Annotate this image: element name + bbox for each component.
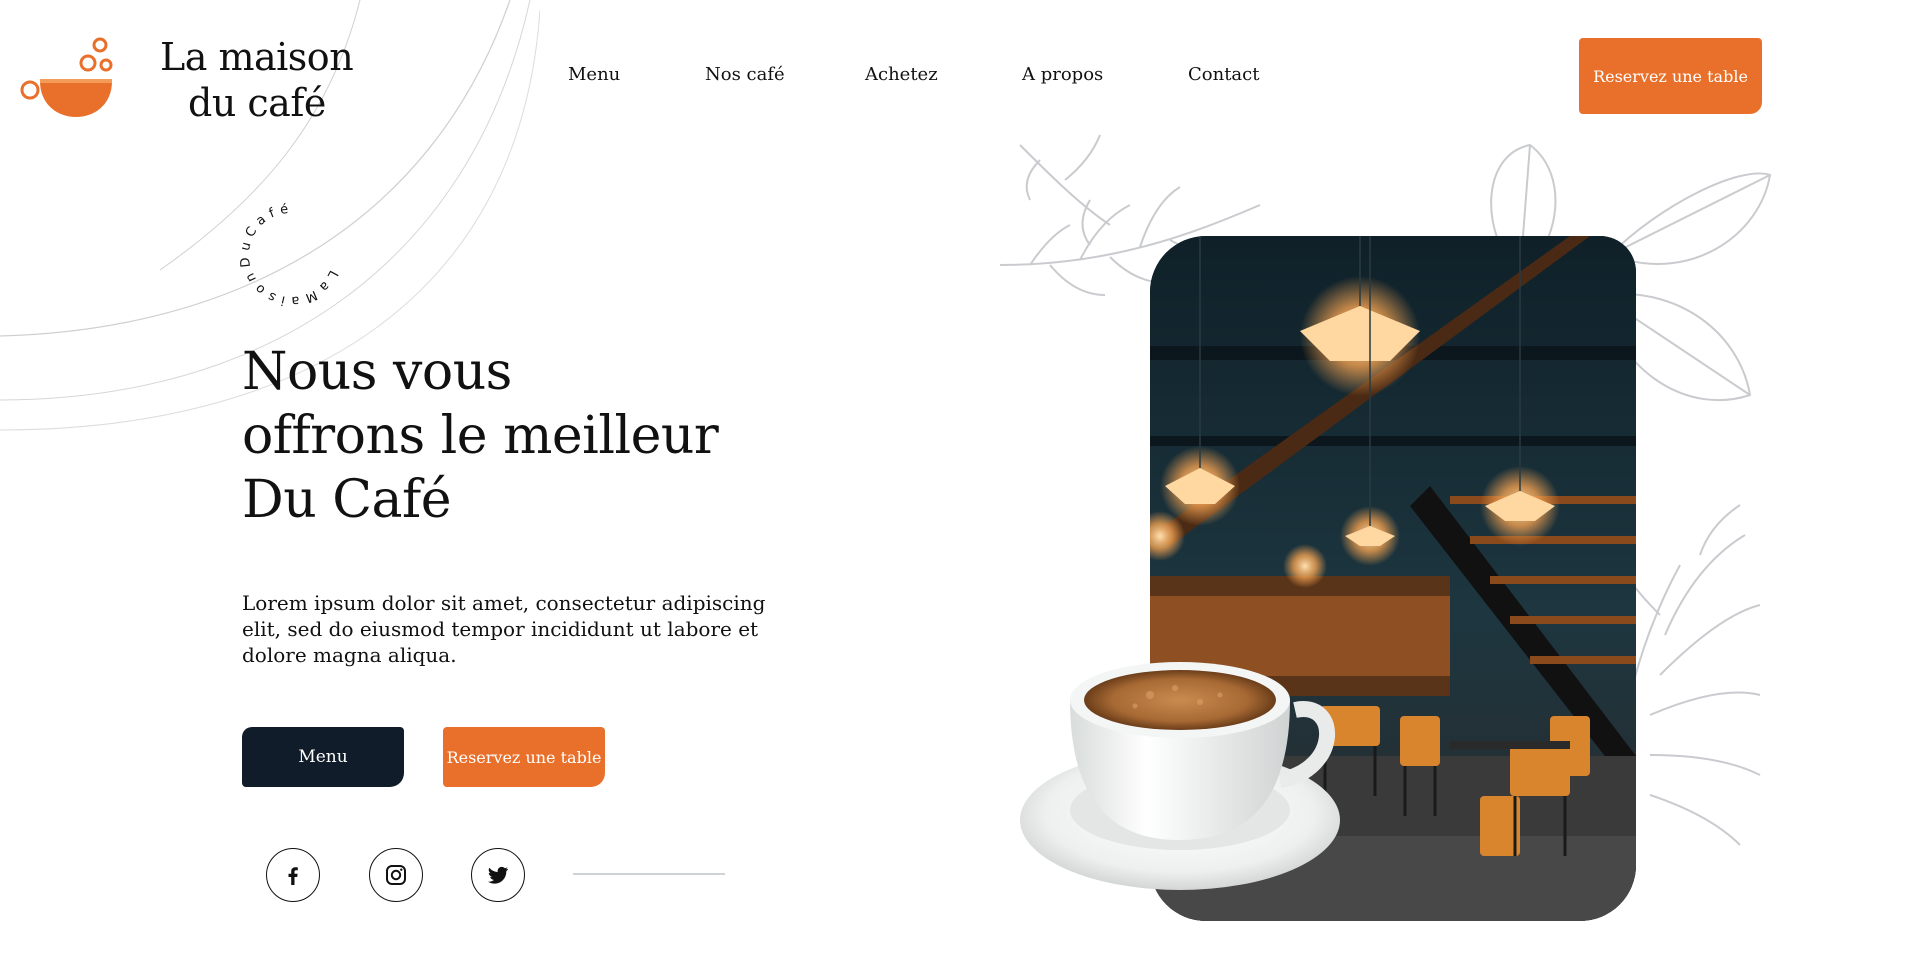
brand-name: La maison du café	[160, 34, 354, 126]
hero-title: Nous vous offrons le meilleur Du Café	[242, 340, 802, 532]
facebook-icon	[288, 867, 298, 885]
coffee-cup-logo-icon	[20, 37, 113, 117]
reserve-table-button[interactable]: Reservez une table	[443, 727, 605, 787]
circular-brand-text: LaMaisonDuCafé	[226, 190, 356, 320]
main-nav: Menu Nos café Achetez A propos Contact	[568, 64, 1278, 85]
coffee-cup-image	[1020, 662, 1340, 890]
menu-button[interactable]: Menu	[242, 727, 404, 787]
logo[interactable]: La maison du café	[18, 34, 354, 126]
instagram-link[interactable]	[369, 848, 423, 902]
hero-description: Lorem ipsum dolor sit amet, consectetur …	[242, 591, 766, 667]
twitter-icon	[488, 866, 508, 884]
nav-item-achetez[interactable]: Achetez	[865, 64, 1022, 85]
hero-title-line2: offrons le meilleur	[242, 406, 719, 466]
nav-item-menu[interactable]: Menu	[568, 64, 705, 85]
nav-item-nos-cafe[interactable]: Nos café	[705, 64, 865, 85]
hero-title-line1: Nous vous	[242, 342, 512, 402]
brand-name-line2: du café	[188, 81, 326, 125]
twitter-link[interactable]	[471, 848, 525, 902]
facebook-link[interactable]	[266, 848, 320, 902]
circular-text-path: LaMaisonDuCafé	[226, 190, 356, 320]
instagram-icon	[386, 865, 406, 885]
header-reserve-button[interactable]: Reservez une table	[1579, 38, 1762, 114]
brand-name-line1: La maison	[160, 35, 354, 79]
nav-item-a-propos[interactable]: A propos	[1022, 64, 1188, 85]
nav-item-contact[interactable]: Contact	[1188, 64, 1278, 85]
svg-text:LaMaisonDuCafé: LaMaisonDuCafé	[226, 190, 356, 320]
social-divider	[573, 873, 725, 875]
hero-title-line3: Du Café	[242, 470, 452, 530]
